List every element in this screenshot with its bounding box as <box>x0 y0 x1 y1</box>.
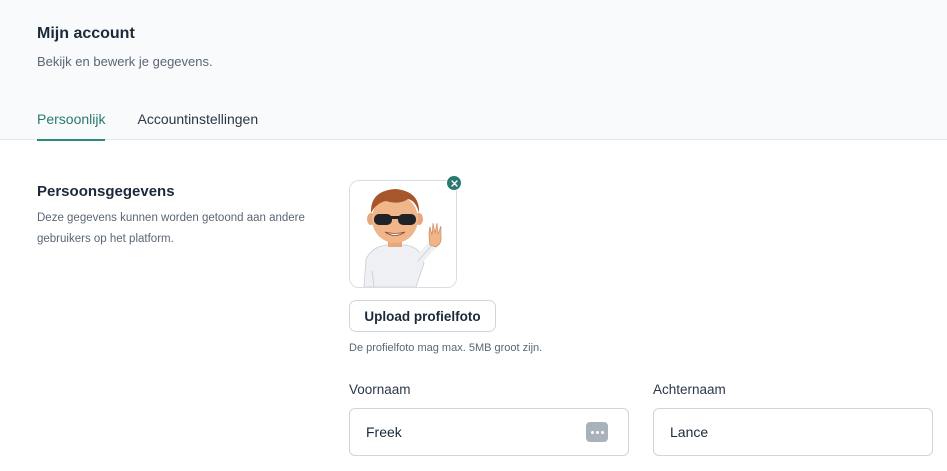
page-subtitle: Bekijk en bewerk je gegevens. <box>37 54 213 69</box>
section-description: Deze gegevens kunnen worden getoond aan … <box>37 212 305 245</box>
password-manager-icon[interactable] <box>586 422 608 442</box>
close-icon <box>450 179 458 187</box>
first-name-field-wrapper <box>349 408 629 456</box>
page-header: Mijn account Bekijk en bewerk je gegeven… <box>0 0 947 141</box>
last-name-label: Achternaam <box>653 382 726 397</box>
upload-hint: De profielfoto mag max. 5MB groot zijn. <box>349 342 543 354</box>
section-title: Persoonsgegevens <box>37 183 175 200</box>
upload-photo-button[interactable]: Upload profielfoto <box>349 300 496 332</box>
first-name-input[interactable] <box>366 409 566 455</box>
page-title: Mijn account <box>37 25 135 42</box>
remove-photo-button[interactable] <box>446 175 462 191</box>
avatar-image <box>350 181 456 287</box>
tab-bar: Persoonlijk Accountinstellingen <box>37 108 258 141</box>
tab-persoonlijk[interactable]: Persoonlijk <box>37 108 106 141</box>
last-name-field-wrapper <box>653 408 933 456</box>
first-name-label: Voornaam <box>349 382 411 397</box>
profile-photo <box>349 180 457 288</box>
last-name-input[interactable] <box>670 409 870 455</box>
tab-accountinstellingen[interactable]: Accountinstellingen <box>137 108 258 140</box>
